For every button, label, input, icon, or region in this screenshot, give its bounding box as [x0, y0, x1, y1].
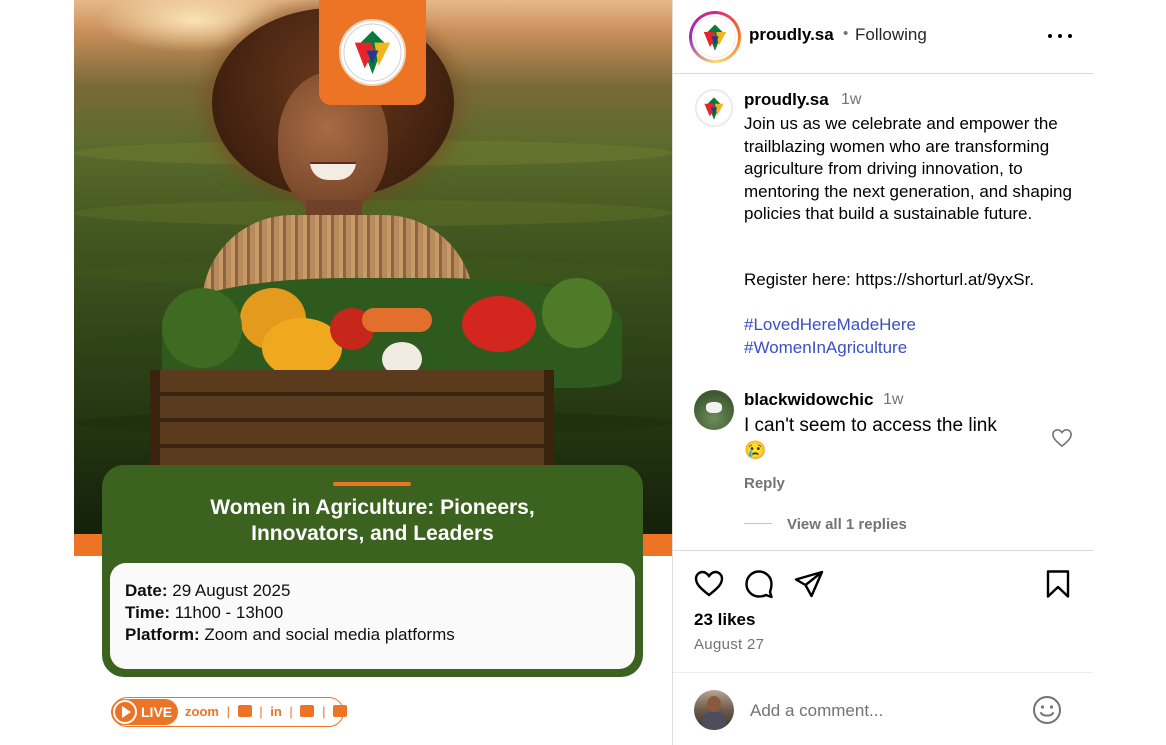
comment-text: I can't seem to access the link 😢 — [744, 415, 997, 460]
hashtag-lovedheremadehere[interactable]: #LovedHereMadeHere — [744, 315, 916, 335]
post-panel: proudly.sa • Following proudly.sa 1w Joi… — [672, 0, 1094, 745]
live-badge: LIVE — [111, 699, 179, 725]
comment-username[interactable]: blackwidowchic — [744, 390, 873, 410]
emoji-smile-icon[interactable] — [1032, 695, 1062, 725]
linkedin-icon: in — [270, 704, 282, 719]
post-photo — [74, 0, 672, 535]
event-card: Women in Agriculture: Pioneers, Innovato… — [102, 465, 643, 677]
crying-emoji: 😢 — [744, 440, 767, 460]
replies-divider — [744, 523, 772, 524]
post-image[interactable]: Women in Agriculture: Pioneers, Innovato… — [74, 0, 672, 745]
reply-button[interactable]: Reply — [744, 475, 785, 492]
zoom-label: zoom — [185, 704, 219, 719]
post-date[interactable]: August 27 — [694, 636, 764, 653]
caption-avatar[interactable] — [695, 89, 733, 127]
profile-avatar[interactable] — [689, 11, 741, 63]
event-platform: Platform: Zoom and social media platform… — [125, 625, 455, 644]
heart-icon[interactable] — [693, 568, 725, 600]
add-comment-input[interactable] — [750, 698, 1020, 724]
register-link-text: Register here: https://shorturl.at/9yxSr… — [744, 270, 1035, 289]
wooden-crate — [150, 370, 554, 466]
event-details: Date: 29 August 2025 Time: 11h00 - 13h00… — [110, 563, 635, 669]
separator-dot: • — [843, 25, 849, 42]
share-icon[interactable] — [793, 568, 825, 600]
brand-logo-tab — [319, 0, 426, 105]
more-horizontal-icon[interactable] — [1047, 22, 1073, 50]
current-user-avatar — [694, 690, 734, 730]
event-title: Women in Agriculture: Pioneers, Innovato… — [210, 496, 535, 545]
comment-timestamp[interactable]: 1w — [883, 391, 903, 409]
caption-timestamp[interactable]: 1w — [841, 91, 861, 109]
following-button[interactable]: Following — [855, 25, 927, 45]
commenter-avatar[interactable] — [694, 390, 734, 430]
facebook-icon — [300, 705, 315, 717]
view-replies-button[interactable]: View all 1 replies — [787, 516, 907, 533]
actions-divider — [673, 550, 1093, 551]
youtube-icon — [237, 705, 252, 717]
bookmark-icon[interactable] — [1042, 568, 1074, 600]
comment-like-heart-icon[interactable] — [1051, 428, 1073, 448]
event-time: Time: 11h00 - 13h00 — [125, 603, 284, 622]
post-header: proudly.sa • Following — [673, 0, 1093, 74]
caption-text: Join us as we celebrate and empower the … — [744, 114, 1072, 223]
x-icon — [333, 705, 348, 717]
proudly-sa-logo-icon — [696, 90, 732, 126]
comment-bar-divider — [673, 672, 1093, 673]
likes-count[interactable]: 23 likes — [694, 610, 755, 630]
event-date: Date: 29 August 2025 — [125, 581, 291, 600]
proudly-sa-logo-icon — [694, 16, 736, 58]
proudly-sa-logo — [339, 19, 406, 86]
caption-username[interactable]: proudly.sa — [744, 90, 829, 110]
live-platforms-badge: LIVE zoom | | in | | — [111, 697, 348, 727]
play-icon — [113, 700, 137, 724]
header-username[interactable]: proudly.sa — [749, 25, 834, 45]
hashtag-womeninagriculture[interactable]: #WomenInAgriculture — [744, 338, 907, 358]
comment-icon[interactable] — [743, 568, 775, 600]
